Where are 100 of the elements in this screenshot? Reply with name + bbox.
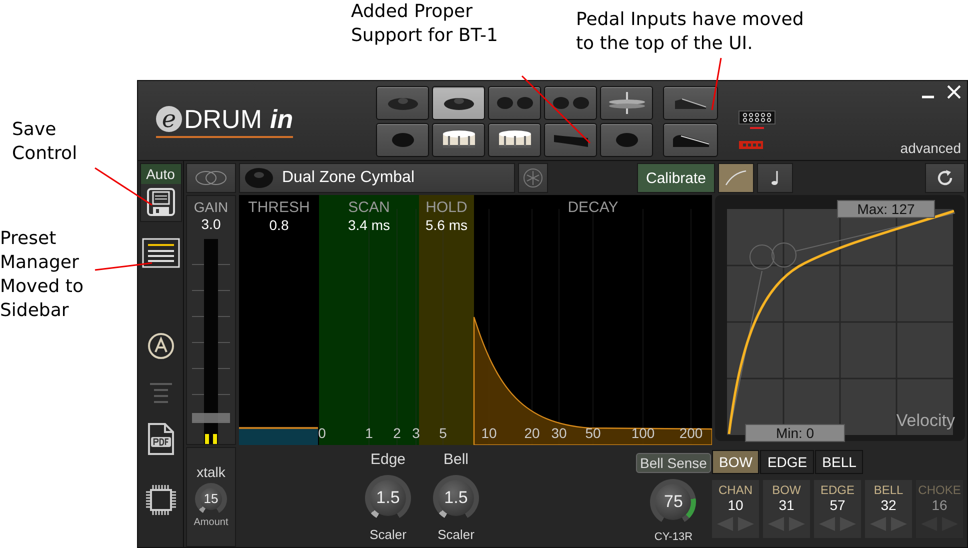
midi-value: 57 — [830, 497, 846, 514]
section-label: DECAY — [568, 199, 618, 217]
section-value: 0.8 — [269, 217, 289, 234]
annotation-text: Preset Manager Moved to Sidebar — [0, 227, 84, 323]
midi-label: BELL — [874, 483, 904, 498]
cymbal-icon — [442, 95, 474, 111]
annotation-text: Added Proper Support for BT-1 — [351, 0, 498, 48]
section-value: 5.6 ms — [425, 217, 468, 234]
save-button[interactable] — [146, 187, 176, 217]
connector-icon — [738, 110, 776, 130]
hardware-button[interactable] — [144, 484, 176, 516]
music-note-icon — [770, 170, 780, 186]
pedal-button[interactable] — [663, 86, 718, 120]
auto-button[interactable] — [146, 332, 174, 360]
preset-manager-button[interactable] — [142, 238, 180, 268]
knob[interactable]: 15 — [195, 482, 227, 515]
chip-icon — [144, 484, 176, 516]
leader-line — [94, 262, 152, 271]
curve-tab[interactable] — [718, 163, 754, 193]
bell-sense-button[interactable]: Bell Sense — [636, 453, 711, 473]
axis-label: 2 — [393, 425, 401, 441]
pad-name: Dual Zone Cymbal — [282, 169, 414, 187]
scaler-title: Bell — [443, 451, 468, 469]
axis-label: 1 — [365, 425, 373, 441]
leader-line — [521, 75, 591, 144]
hihat-icon — [606, 90, 646, 116]
section-label: SCAN — [348, 199, 390, 217]
cymbal-icon — [386, 95, 418, 111]
min-label[interactable]: Min: 0 — [745, 424, 845, 442]
zone-tab[interactable]: EDGE — [760, 450, 814, 474]
auto-tab[interactable]: Auto — [140, 164, 180, 184]
brand-button[interactable] — [518, 163, 548, 193]
midi-value: 31 — [778, 497, 794, 514]
pdf-button[interactable] — [146, 422, 174, 456]
midi-value: 16 — [932, 497, 948, 514]
axis-label: 3 — [412, 425, 420, 441]
section-label: THRESH — [248, 199, 310, 217]
pad-button[interactable] — [600, 86, 653, 120]
gain-label: GAIN — [194, 199, 228, 216]
axis-label: 20 — [524, 425, 540, 441]
knob[interactable]: 75 — [650, 479, 696, 525]
axis-label: 50 — [585, 425, 601, 441]
pad-button[interactable] — [432, 123, 485, 157]
midi-label: CHOKE — [918, 483, 961, 498]
midi-label: CHAN — [718, 483, 752, 498]
midi-value: 10 — [728, 497, 744, 514]
axis-label: 10 — [481, 425, 497, 441]
knob-caption: Scaler — [438, 527, 474, 543]
level-meter — [205, 434, 217, 444]
annotation-text: Pedal Inputs have moved to the top of the UI. — [576, 8, 804, 56]
list-icon — [142, 238, 180, 268]
slider-thumb[interactable] — [192, 413, 230, 424]
knob-caption: Scaler — [370, 527, 406, 543]
zone-tab[interactable]: BOW — [712, 450, 760, 474]
midi-value: 32 — [880, 497, 896, 514]
linked-rings-icon — [194, 170, 228, 186]
axis-label: 30 — [551, 425, 567, 441]
axis-label: 100 — [631, 425, 655, 441]
connector-icon — [738, 140, 764, 150]
mode-label[interactable]: advanced — [900, 140, 961, 156]
note-tab[interactable] — [757, 163, 793, 193]
dual-pad-icon — [494, 96, 534, 110]
axis-label: 0 — [318, 425, 326, 441]
velocity-label: Velocity — [896, 411, 955, 431]
lines-icon — [148, 382, 172, 404]
knob[interactable]: 1.5 — [365, 475, 411, 521]
pad-button[interactable] — [432, 86, 485, 120]
zone-tab[interactable]: BELL — [815, 450, 864, 474]
curve-icon — [725, 170, 747, 186]
dual-pad-icon — [550, 96, 590, 110]
axis-label: 200 — [679, 425, 703, 441]
knob-caption: Amount — [194, 516, 228, 529]
tuning-fork-emblem-icon — [523, 168, 543, 188]
pad-name-field[interactable]: Dual Zone Cymbal — [239, 163, 515, 193]
midi-label: BOW — [772, 483, 801, 498]
close-icon[interactable] — [947, 85, 961, 99]
circled-a-icon — [146, 332, 174, 360]
section-value: 3.4 ms — [348, 217, 390, 234]
midi-label: EDGE — [820, 483, 854, 498]
annotation-text: Save Control — [11, 118, 78, 166]
scaler-title: Edge — [370, 451, 406, 469]
gain-value: 3.0 — [201, 216, 221, 233]
knob[interactable]: 1.5 — [433, 475, 479, 521]
calibrate-button[interactable]: Calibrate — [637, 163, 715, 193]
refresh-button[interactable] — [925, 163, 965, 193]
section-label: HOLD — [426, 199, 468, 217]
bar-pad-icon — [552, 132, 590, 148]
cymbal-icon — [244, 166, 274, 190]
drum-pad-icon — [614, 132, 638, 148]
max-label[interactable]: Max: 127 — [837, 200, 935, 218]
xtalk-label: xtalk — [196, 464, 226, 481]
pad-button[interactable] — [488, 123, 541, 157]
link-button[interactable] — [186, 163, 236, 193]
pdf-file-icon — [146, 422, 174, 456]
pedal-button[interactable] — [663, 123, 718, 157]
axis-label: 5 — [439, 425, 447, 441]
drum-pad-icon — [390, 132, 414, 148]
refresh-icon — [935, 168, 955, 188]
leader-line — [711, 58, 722, 110]
logo: e DRUM in — [156, 104, 294, 138]
